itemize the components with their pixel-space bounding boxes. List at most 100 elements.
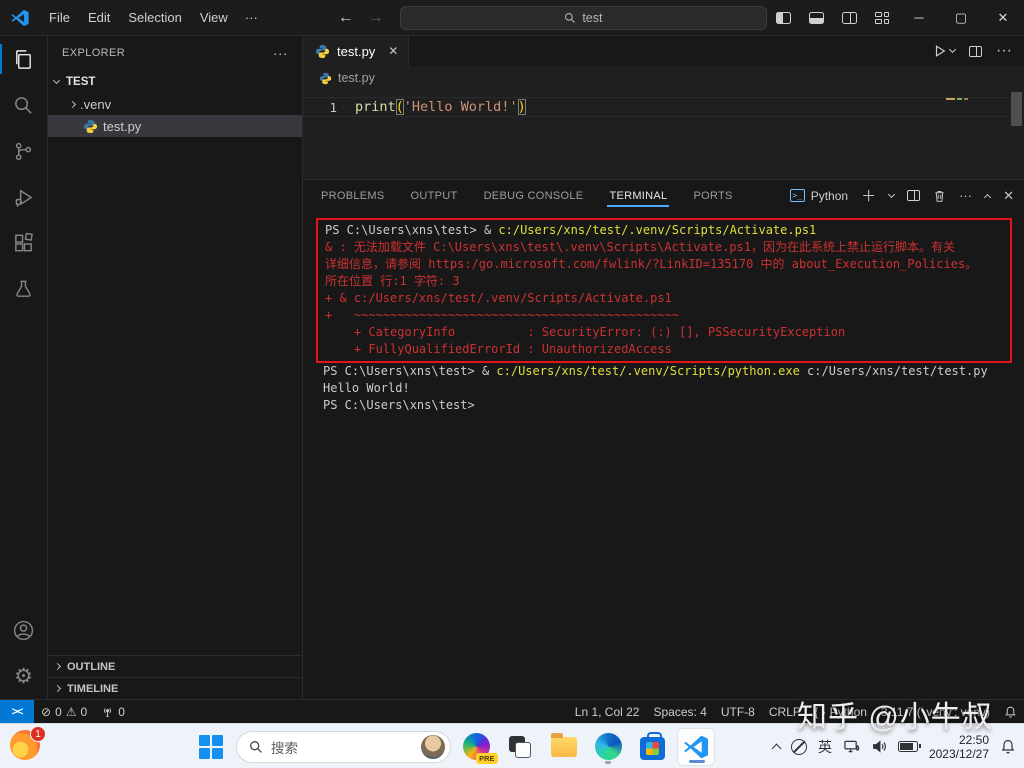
tab-output[interactable]: OUTPUT — [409, 180, 460, 211]
venv-label: .venv — [80, 97, 111, 112]
shell-label: Python — [811, 189, 848, 203]
split-terminal-icon[interactable] — [907, 190, 920, 201]
problems-status[interactable]: ⊘0 ⚠0 — [34, 700, 94, 723]
battery-icon[interactable] — [898, 741, 918, 752]
outline-label: OUTLINE — [67, 661, 115, 673]
tab-testpy[interactable]: test.py ✕ — [303, 36, 409, 66]
outline-section[interactable]: OUTLINE — [48, 655, 302, 677]
ports-status[interactable]: 0 — [94, 700, 132, 723]
python-file-icon — [315, 44, 330, 59]
testing-icon[interactable] — [0, 266, 48, 312]
tray-overflow-icon[interactable] — [771, 743, 781, 753]
cursor-position[interactable]: Ln 1, Col 22 — [568, 700, 647, 723]
menu-file[interactable]: File — [40, 6, 79, 29]
terminal-line: + ~~~~~~~~~~~~~~~~~~~~~~~~~~~~~~~~~~~~~~… — [325, 307, 1010, 324]
explorer-more-icon[interactable]: ··· — [273, 45, 288, 61]
tab-problems[interactable]: PROBLEMS — [319, 180, 387, 211]
indent-status[interactable]: Spaces: 4 — [646, 700, 713, 723]
copilot-button[interactable]: PRE — [457, 728, 495, 766]
tab-label: test.py — [337, 44, 375, 59]
command-center-search[interactable]: test — [400, 6, 767, 30]
sidebar-title: EXPLORER — [62, 47, 125, 59]
menu-more-button[interactable]: ··· — [237, 6, 266, 29]
line-number: 1 — [303, 100, 355, 115]
toggle-panel-icon[interactable] — [800, 0, 833, 35]
tree-item-testpy[interactable]: test.py — [48, 115, 302, 137]
ime-indicator[interactable]: 英 — [818, 737, 832, 757]
tab-close-icon[interactable]: ✕ — [388, 44, 398, 58]
accounts-icon[interactable] — [0, 607, 48, 653]
terminal-line: + & c:/Users/xns/test/.venv/Scripts/Acti… — [325, 290, 1010, 307]
firefox-icon[interactable]: 1 — [10, 730, 40, 760]
run-debug-icon[interactable] — [0, 174, 48, 220]
microsoft-store-button[interactable] — [633, 728, 671, 766]
terminal-output[interactable]: PS C:\Users\xns\test> & c:/Users/xns/tes… — [303, 211, 1024, 699]
task-view-button[interactable] — [501, 728, 539, 766]
maximize-panel-icon[interactable] — [984, 194, 991, 201]
bell-icon — [1004, 705, 1017, 719]
editor-more-icon[interactable]: ··· — [996, 42, 1012, 60]
notification-bell-icon[interactable] — [1000, 738, 1016, 755]
tab-ports[interactable]: PORTS — [691, 180, 734, 211]
close-button[interactable]: ✕ — [982, 0, 1024, 35]
minimap[interactable] — [946, 94, 1006, 154]
timeline-section[interactable]: TIMELINE — [48, 677, 302, 699]
python-file-icon — [319, 72, 332, 85]
clock[interactable]: 22:50 2023/12/27 — [929, 733, 989, 761]
run-dropdown-icon[interactable] — [949, 46, 956, 53]
customize-layout-icon[interactable] — [866, 0, 898, 35]
file-explorer-button[interactable] — [545, 728, 583, 766]
menu-edit[interactable]: Edit — [79, 6, 119, 29]
tab-debug-console[interactable]: DEBUG CONSOLE — [482, 180, 586, 211]
taskbar-search-box[interactable]: 搜索 — [236, 731, 451, 763]
menu-selection[interactable]: Selection — [119, 6, 190, 29]
breadcrumb[interactable]: test.py — [303, 66, 1024, 90]
nav-back-icon[interactable]: ← — [338, 9, 354, 27]
watermark-text: 知乎 @小牛叔 — [797, 692, 993, 736]
notification-badge: 1 — [30, 726, 46, 742]
onedrive-paused-icon[interactable] — [791, 739, 807, 755]
store-icon — [640, 737, 665, 760]
code-editor[interactable]: 1 print('Hello World!') — [303, 90, 1024, 179]
explorer-icon[interactable] — [0, 36, 48, 82]
chevron-right-icon — [54, 663, 61, 670]
search-view-icon[interactable] — [0, 82, 48, 128]
timeline-label: TIMELINE — [67, 683, 118, 695]
minimize-button[interactable]: ─ — [898, 0, 940, 35]
terminal-dropdown-icon[interactable] — [888, 190, 895, 197]
tree-root-test[interactable]: TEST — [48, 70, 302, 93]
broadcast-icon — [101, 705, 114, 718]
tab-terminal[interactable]: TERMINAL — [607, 180, 669, 211]
split-editor-icon[interactable] — [969, 46, 982, 57]
toggle-secondary-sidebar-icon[interactable] — [833, 0, 866, 35]
menu-view[interactable]: View — [191, 6, 237, 29]
notifications-bell[interactable] — [997, 700, 1024, 723]
close-panel-icon[interactable]: ✕ — [1003, 188, 1014, 204]
search-highlight-avatar[interactable] — [421, 735, 445, 759]
panel-more-icon[interactable]: ··· — [959, 188, 972, 203]
volume-icon[interactable] — [871, 739, 887, 754]
run-button[interactable] — [933, 44, 955, 58]
network-icon[interactable] — [843, 739, 860, 754]
error-annotation-box: PS C:\Users\xns\test> & c:/Users/xns/tes… — [316, 218, 1012, 363]
terminal-line: PS C:\Users\xns\test> & c:/Users/xns/tes… — [323, 363, 1014, 380]
settings-gear-icon[interactable]: ⚙ — [0, 653, 48, 699]
panel-tab-bar: PROBLEMS OUTPUT DEBUG CONSOLE TERMINAL P… — [303, 180, 1024, 211]
toggle-sidebar-icon[interactable] — [767, 0, 800, 35]
tree-item-venv[interactable]: .venv — [48, 93, 302, 115]
terminal-line: Hello World! — [323, 380, 1014, 397]
remote-indicator[interactable]: >< — [0, 700, 34, 723]
editor-scrollbar[interactable] — [1011, 92, 1022, 126]
maximize-button[interactable]: ▢ — [940, 0, 982, 35]
vscode-taskbar-button[interactable] — [677, 728, 715, 766]
terminal-shell-badge[interactable]: >_ Python — [790, 189, 848, 203]
edge-button[interactable] — [589, 728, 627, 766]
new-terminal-icon[interactable]: ＋ — [861, 185, 876, 206]
kill-terminal-icon[interactable] — [933, 189, 946, 203]
source-control-icon[interactable] — [0, 128, 48, 174]
extensions-icon[interactable] — [0, 220, 48, 266]
nav-forward-icon[interactable]: → — [368, 9, 384, 27]
start-button[interactable] — [192, 728, 230, 766]
encoding-status[interactable]: UTF-8 — [714, 700, 762, 723]
chevron-down-icon — [53, 76, 60, 83]
